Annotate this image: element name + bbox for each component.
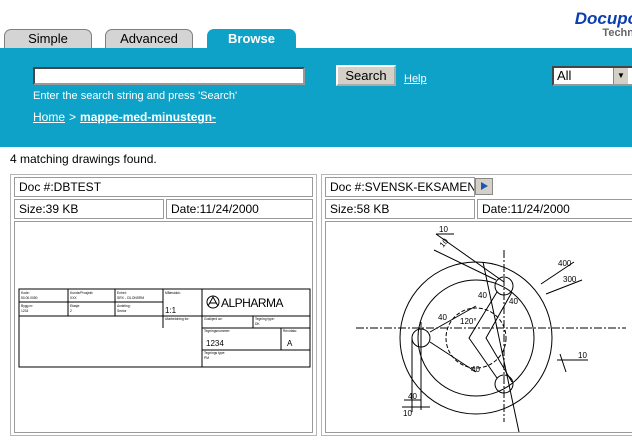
brand-logo: Docupo Techn bbox=[574, 9, 632, 40]
alpharma-logo: ALPHARMA bbox=[206, 295, 284, 310]
drawing-card: Doc #:SVENSK-EKSAMEN Size:58 KB Date:11/… bbox=[321, 174, 632, 436]
tb-label-kode: Kode: bbox=[21, 291, 30, 295]
breadcrumb-current[interactable]: mappe-med-minustegn- bbox=[80, 110, 216, 124]
tb-value-bygg: 1234 bbox=[21, 309, 29, 313]
tb-scale: 1:1 bbox=[165, 306, 177, 315]
technical-drawing: 10 10 400 300 40 40 40 40 120° 40 10 10 bbox=[356, 225, 626, 432]
tb-value-kunde: XXX bbox=[70, 296, 77, 300]
tb-label-godkjent: Godkjent av: bbox=[204, 317, 223, 321]
search-hint: Enter the search string and press 'Searc… bbox=[33, 90, 238, 102]
tab-advanced[interactable]: Advanced bbox=[105, 29, 193, 48]
dim-label: 400 bbox=[558, 259, 572, 268]
drawing-thumbnail[interactable]: Kode: Kunde/Prosjekt: Enhet: Målestokk: … bbox=[14, 221, 313, 433]
doc-size: Size:39 KB bbox=[14, 199, 164, 219]
dim-label: 10 bbox=[439, 225, 448, 234]
tb-label-malestokk: Målestokk: bbox=[165, 291, 181, 295]
tab-bar: Simple Advanced Browse Docupo Techn bbox=[0, 0, 632, 48]
brand-sub: Techn bbox=[602, 27, 632, 39]
scope-value: All bbox=[557, 68, 572, 83]
dim-label: 40 bbox=[438, 313, 447, 322]
tb-label-avdeling: Avdeling: bbox=[117, 304, 131, 308]
dim-label: 40 bbox=[478, 291, 487, 300]
tb-value-etasje: 2 bbox=[70, 309, 72, 313]
dim-label: 40 bbox=[509, 297, 518, 306]
search-input[interactable] bbox=[33, 67, 305, 85]
tb-revision: A bbox=[287, 339, 293, 348]
tb-value-kode: 50.00.0050 bbox=[21, 296, 38, 300]
drawing-card: Doc #:DBTEST Size:39 KB Date:11/24/2000 … bbox=[10, 174, 317, 436]
doc-date: Date:11/24/2000 bbox=[166, 199, 313, 219]
tab-browse[interactable]: Browse bbox=[207, 29, 296, 48]
tb-label-kunde: Kunde/Prosjekt: bbox=[70, 291, 93, 295]
tb-label-tegningsnr: Tegningsnummer: bbox=[204, 329, 230, 333]
tb-label-utarbeidet: Utarbeidning for: bbox=[165, 317, 189, 321]
tb-label-tegn-type: Tegnings type: bbox=[204, 351, 225, 355]
doc-number[interactable]: Doc #:SVENSK-EKSAMEN bbox=[325, 177, 475, 197]
title-block-drawing: Kode: Kunde/Prosjekt: Enhet: Målestokk: … bbox=[18, 288, 311, 368]
dim-label: 10 bbox=[403, 409, 412, 418]
help-link[interactable]: Help bbox=[404, 73, 427, 85]
chevron-down-icon[interactable]: ▼ bbox=[613, 68, 628, 84]
tb-logo-text: ALPHARMA bbox=[221, 296, 284, 310]
tb-label-enhet: Enhet: bbox=[117, 291, 127, 295]
tab-simple[interactable]: Simple bbox=[4, 29, 92, 48]
breadcrumb-home[interactable]: Home bbox=[33, 110, 65, 124]
drawing-thumbnail[interactable]: 10 10 400 300 40 40 40 40 120° 40 10 10 bbox=[325, 221, 632, 433]
tb-label-rev: Rev/dato: bbox=[283, 329, 297, 333]
breadcrumb-separator: > bbox=[69, 110, 77, 124]
tb-label-etasje: Etasje: bbox=[70, 304, 80, 308]
tb-value-tegn-type: PM bbox=[204, 356, 209, 360]
dim-label: 40 bbox=[471, 365, 480, 374]
dim-label: 40 bbox=[408, 392, 417, 401]
tb-value-avdeling: Sector bbox=[117, 309, 127, 313]
doc-date: Date:11/24/2000 bbox=[477, 199, 632, 219]
tb-value-enhet: SRX - CILONSRM bbox=[117, 296, 144, 300]
dim-label: 300 bbox=[563, 275, 577, 284]
breadcrumb: Home > mappe-med-minustegn- bbox=[33, 110, 216, 124]
results-count: 4 matching drawings found. bbox=[10, 152, 157, 166]
scope-select[interactable]: All ▼ bbox=[552, 66, 632, 86]
dim-label: 120° bbox=[460, 317, 477, 326]
tb-label-tegnet: Tegning type: bbox=[255, 317, 275, 321]
doc-number[interactable]: Doc #:DBTEST bbox=[14, 177, 313, 197]
search-panel: Enter the search string and press 'Searc… bbox=[0, 48, 632, 147]
tb-label-bygg: Bygg nr: bbox=[21, 304, 33, 308]
tb-value-tegnet: DK bbox=[255, 322, 260, 326]
play-icon[interactable] bbox=[475, 178, 493, 195]
search-button[interactable]: Search bbox=[336, 65, 396, 86]
dim-label: 10 bbox=[578, 351, 587, 360]
brand-name: Docupo bbox=[574, 9, 632, 28]
tb-drawing-number: 1234 bbox=[206, 339, 224, 348]
dim-label: 10 bbox=[438, 236, 451, 249]
doc-size: Size:58 KB bbox=[325, 199, 475, 219]
